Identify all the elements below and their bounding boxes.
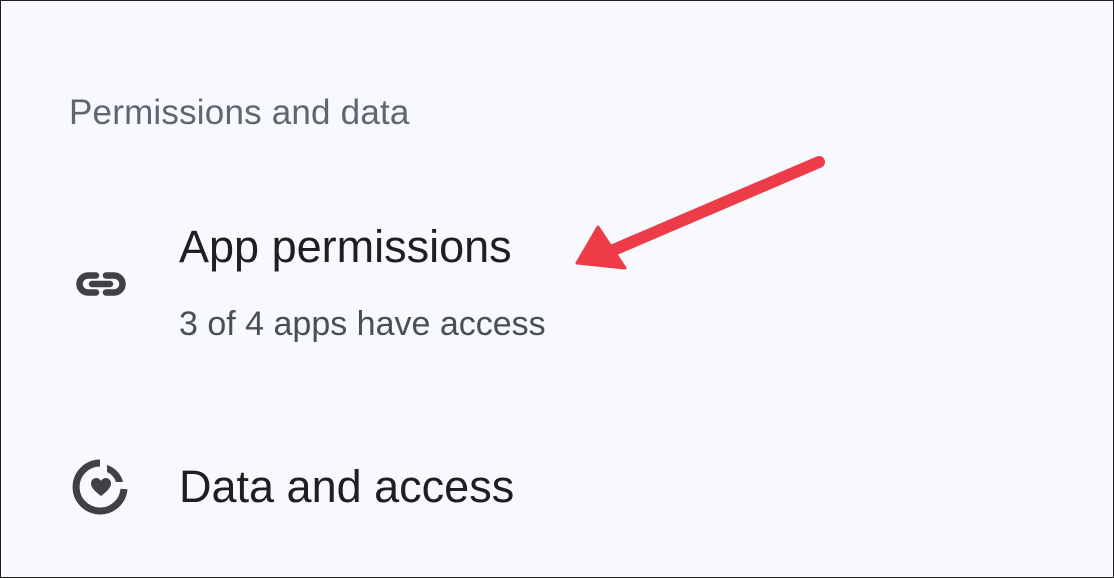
list-item-app-permissions[interactable]: App permissions 3 of 4 apps have access <box>1 209 1113 369</box>
settings-screen: Permissions and data App permissions 3 o… <box>0 0 1114 578</box>
link-icon <box>76 272 126 296</box>
health-data-icon <box>72 459 128 515</box>
data-and-access-title: Data and access <box>179 461 515 512</box>
list-item-data-and-access[interactable]: Data and access <box>1 431 1113 541</box>
app-permissions-subtitle: 3 of 4 apps have access <box>179 305 546 343</box>
section-header-permissions-and-data: Permissions and data <box>69 93 410 132</box>
app-permissions-title: App permissions <box>179 221 512 272</box>
